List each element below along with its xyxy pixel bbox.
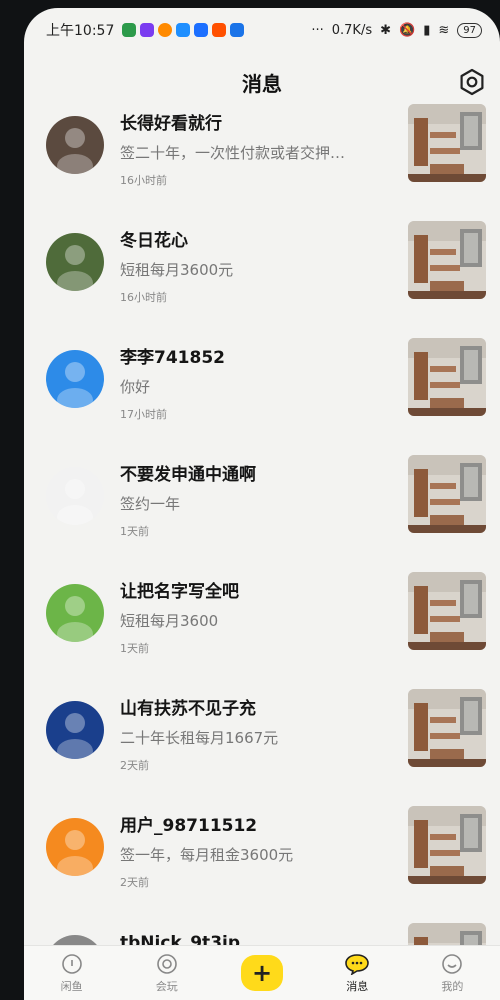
- item-thumbnail[interactable]: [408, 572, 486, 650]
- item-thumbnail[interactable]: [408, 923, 486, 946]
- contact-name: 不要发申通中通啊: [120, 465, 256, 485]
- contact-name: tbNick_9t3jp: [120, 933, 241, 946]
- message-preview: 二十年长租每月1667元: [120, 729, 279, 747]
- bluetooth-icon: ✱: [380, 22, 392, 38]
- taobao-icon: [212, 23, 227, 37]
- message-texts: 不要发申通中通啊 签约一年 1天前: [120, 461, 390, 541]
- item-thumbnail[interactable]: [408, 338, 486, 416]
- tab-huiwan[interactable]: 会玩: [119, 946, 214, 1000]
- avatar[interactable]: [46, 350, 104, 408]
- signal-icon: ▮: [423, 22, 431, 38]
- avatar[interactable]: [46, 116, 104, 174]
- page-title: 消息: [242, 71, 282, 96]
- phone-screen: 上午10:57 ··· 0.7K/s ✱ 🔕 ▮ ≋ 97 消息 长得好看就行 …: [24, 8, 500, 1000]
- wifi-icon: ≋: [438, 22, 450, 38]
- battery-indicator: 97: [457, 22, 482, 38]
- message-texts: tbNick_9t3jp: [120, 929, 390, 946]
- contact-name: 用户_98711512: [120, 816, 258, 836]
- message-time: 2天前: [120, 759, 149, 772]
- header: 消息: [24, 60, 500, 104]
- status-app-icons: [122, 23, 245, 37]
- tab-messages[interactable]: 消息: [310, 946, 405, 1000]
- message-time: 17小时前: [120, 408, 167, 421]
- tab-label: 我的: [441, 979, 464, 993]
- item-thumbnail[interactable]: [408, 455, 486, 533]
- app-icon: [176, 23, 191, 37]
- message-time: 16小时前: [120, 291, 167, 304]
- contact-name: 长得好看就行: [120, 114, 222, 134]
- item-thumbnail[interactable]: [408, 104, 486, 182]
- message-preview: 签约一年: [120, 495, 181, 513]
- message-texts: 山有扶苏不见子充 二十年长租每月1667元 2天前: [120, 695, 390, 775]
- item-thumbnail[interactable]: [408, 806, 486, 884]
- smile-icon: [442, 953, 463, 974]
- app-icon: [194, 23, 209, 37]
- mute-icon: 🔕: [399, 22, 416, 38]
- contact-name: 山有扶苏不见子充: [120, 699, 256, 719]
- gear-icon[interactable]: [458, 68, 486, 96]
- message-row[interactable]: 李李741852 你好 17小时前: [24, 338, 500, 455]
- avatar[interactable]: [46, 233, 104, 291]
- message-row[interactable]: 用户_98711512 签一年，每月租金3600元 2天前: [24, 806, 500, 923]
- circle-icon: [156, 953, 177, 974]
- message-row[interactable]: 山有扶苏不见子充 二十年长租每月1667元 2天前: [24, 689, 500, 806]
- message-row[interactable]: 冬日花心 短租每月3600元 16小时前: [24, 221, 500, 338]
- avatar[interactable]: [46, 818, 104, 876]
- network-speed: 0.7K/s: [331, 22, 373, 38]
- message-row[interactable]: 不要发申通中通啊 签约一年 1天前: [24, 455, 500, 572]
- bottom-tab-bar: 闲鱼 会玩 + 消息 我的: [24, 945, 500, 1000]
- message-time: 2天前: [120, 876, 149, 889]
- home-icon: [61, 953, 82, 974]
- avatar[interactable]: [46, 701, 104, 759]
- contact-name: 冬日花心: [120, 231, 188, 251]
- app-icon: [140, 23, 155, 37]
- message-time: 16小时前: [120, 174, 167, 187]
- message-texts: 用户_98711512 签一年，每月租金3600元 2天前: [120, 812, 390, 892]
- chat-bubble-icon: [345, 953, 370, 975]
- avatar[interactable]: [46, 584, 104, 642]
- message-time: 1天前: [120, 642, 149, 655]
- message-row[interactable]: 长得好看就行 签二十年，一次性付款或者交押… 16小时前: [24, 104, 500, 221]
- status-time: 上午10:57: [46, 23, 115, 39]
- message-preview: 你好: [120, 378, 151, 396]
- message-texts: 冬日花心 短租每月3600元 16小时前: [120, 227, 390, 307]
- avatar[interactable]: [46, 467, 104, 525]
- message-preview: 签二十年，一次性付款或者交押…: [120, 144, 346, 162]
- app-icon: [158, 23, 173, 37]
- plus-icon: +: [241, 955, 283, 991]
- message-preview: 短租每月3600元: [120, 261, 234, 279]
- message-preview: 签一年，每月租金3600元: [120, 846, 294, 864]
- item-thumbnail[interactable]: [408, 221, 486, 299]
- message-row[interactable]: 让把名字写全吧 短租每月3600 1天前: [24, 572, 500, 689]
- contact-name: 让把名字写全吧: [120, 582, 239, 602]
- app-icon: [230, 23, 245, 37]
- tab-xianyu[interactable]: 闲鱼: [24, 946, 119, 1000]
- wechat-icon: [122, 23, 137, 37]
- message-list[interactable]: 长得好看就行 签二十年，一次性付款或者交押… 16小时前 冬日花心 短租每月36…: [24, 104, 500, 946]
- message-preview: 短租每月3600: [120, 612, 219, 630]
- tab-mine[interactable]: 我的: [405, 946, 500, 1000]
- message-time: 1天前: [120, 525, 149, 538]
- message-texts: 长得好看就行 签二十年，一次性付款或者交押… 16小时前: [120, 110, 390, 190]
- more-dots-icon: ···: [311, 22, 324, 38]
- message-row[interactable]: tbNick_9t3jp: [24, 923, 500, 946]
- item-thumbnail[interactable]: [408, 689, 486, 767]
- message-texts: 让把名字写全吧 短租每月3600 1天前: [120, 578, 390, 658]
- tab-publish[interactable]: +: [214, 946, 309, 1000]
- tab-label: 会玩: [155, 979, 178, 993]
- tab-label: 消息: [346, 979, 369, 993]
- contact-name: 李李741852: [120, 348, 225, 368]
- message-texts: 李李741852 你好 17小时前: [120, 344, 390, 424]
- status-bar: 上午10:57 ··· 0.7K/s ✱ 🔕 ▮ ≋ 97: [24, 8, 500, 52]
- tab-label: 闲鱼: [60, 979, 83, 993]
